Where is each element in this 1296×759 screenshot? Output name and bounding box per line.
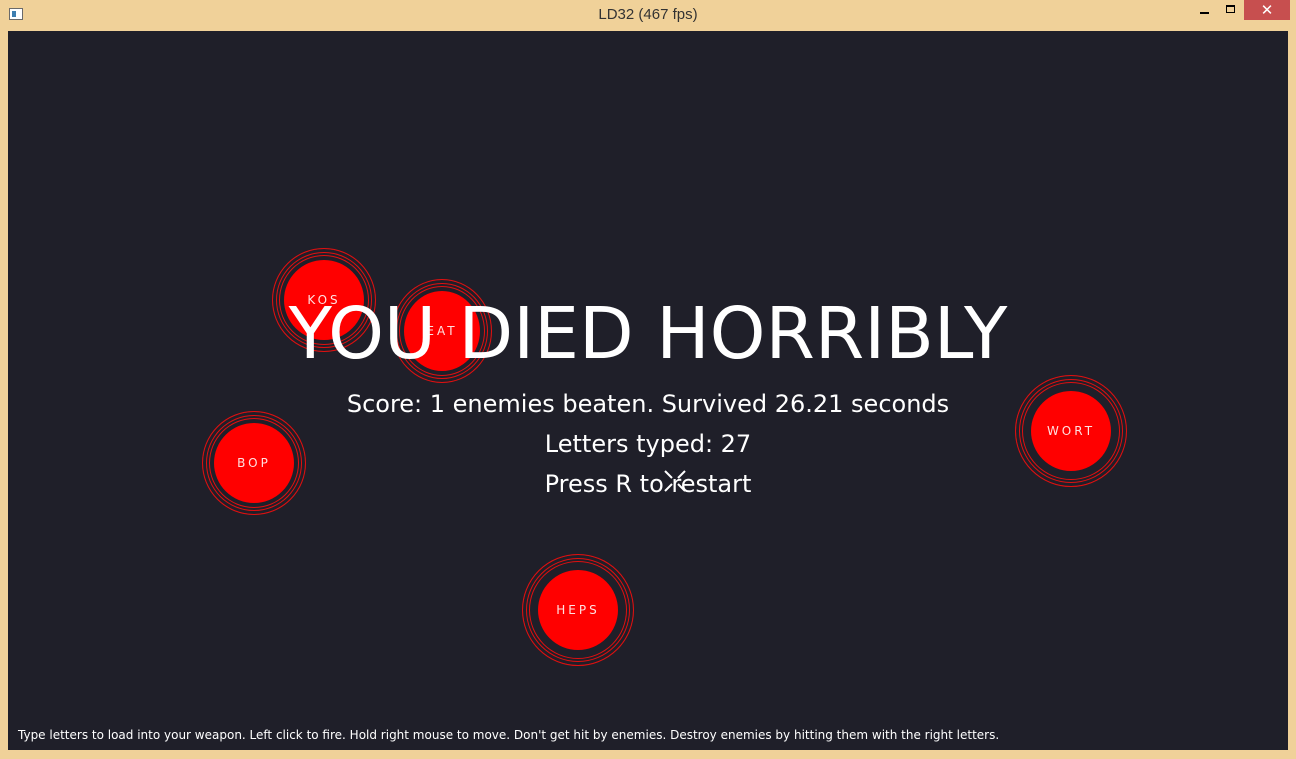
instructions-text: Type letters to load into your weapon. L…	[18, 728, 1000, 742]
score-text: Score: 1 enemies beaten. Survived 26.21 …	[346, 390, 950, 418]
maximize-button[interactable]	[1218, 0, 1244, 20]
enemy-word: BOP	[237, 456, 271, 470]
enemy-bop: BOP	[202, 411, 306, 515]
enemy-heps: HEPS	[522, 554, 634, 666]
minimize-button[interactable]	[1190, 0, 1218, 20]
crosshair-icon	[664, 470, 686, 492]
window-title: LD32 (467 fps)	[598, 6, 698, 23]
game-over-headline: YOU DIED HORRIBLY	[288, 292, 1008, 375]
close-button[interactable]: ✕	[1244, 0, 1290, 20]
title-bar[interactable]: LD32 (467 fps) ✕	[0, 0, 1296, 31]
restart-prompt: Press R to restart	[544, 470, 752, 498]
enemy-word: HEPS	[556, 603, 600, 617]
letters-typed-text: Letters typed: 27	[544, 430, 752, 458]
game-canvas[interactable]: KOS EAT BOP WORT HEPS YOU DIED HORRIBLY …	[8, 31, 1288, 750]
